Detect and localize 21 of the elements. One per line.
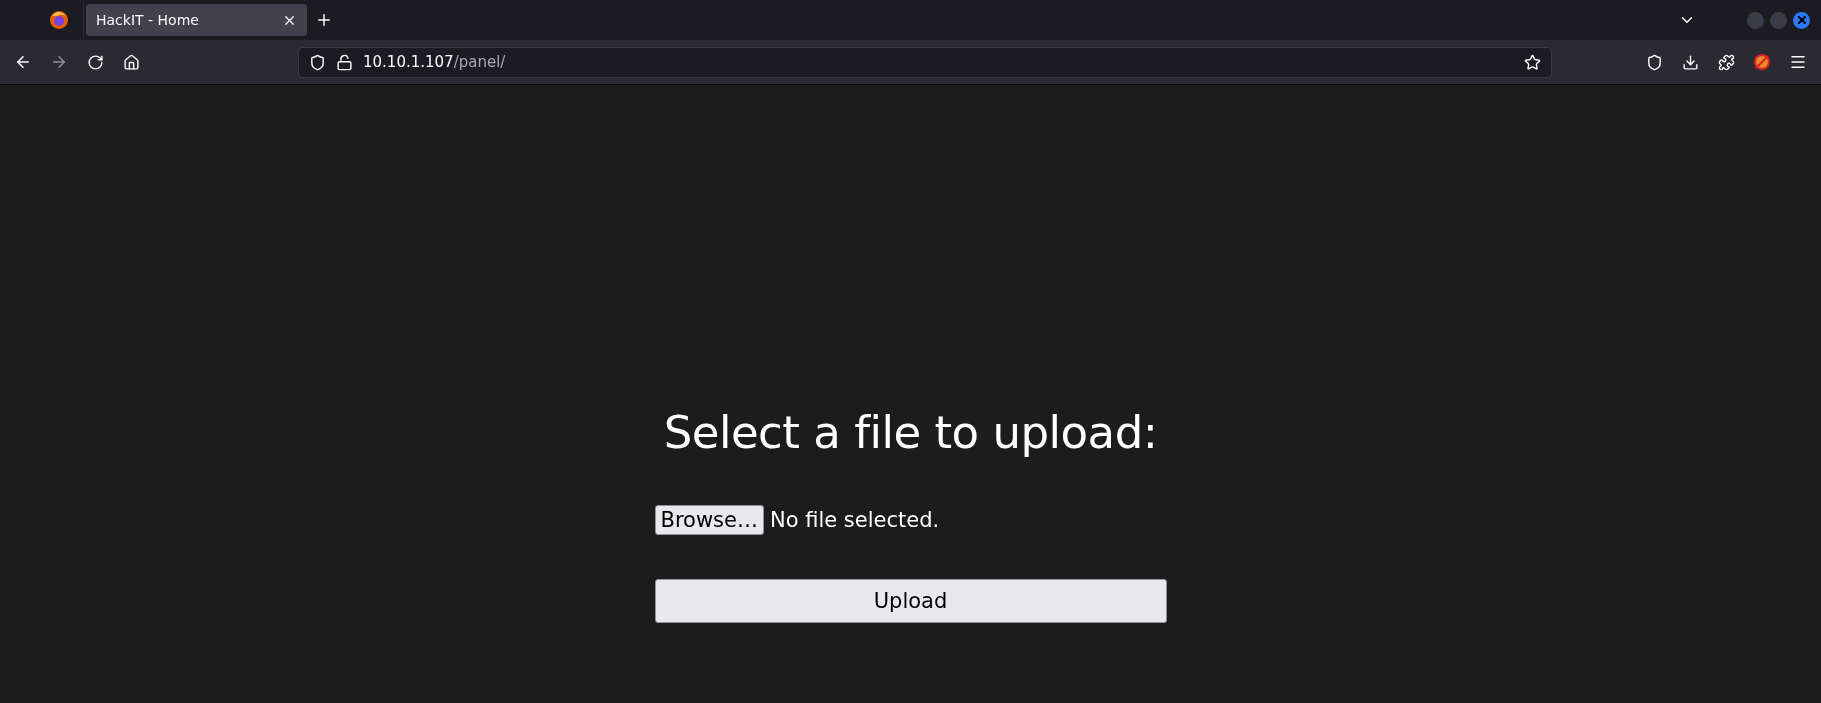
home-icon[interactable] [122, 53, 140, 71]
browser-tab[interactable]: HackIT - Home [86, 4, 307, 36]
browser-logo-icon[interactable] [49, 10, 69, 30]
url-host: 10.10.1.107 [363, 53, 454, 71]
back-icon[interactable] [14, 53, 32, 71]
new-tab-icon[interactable] [315, 11, 333, 29]
star-icon[interactable] [1524, 53, 1541, 71]
url-path: /panel/ [453, 53, 506, 71]
lock-icon[interactable] [336, 53, 353, 71]
download-icon[interactable] [1681, 53, 1699, 71]
forward-icon[interactable] [50, 53, 68, 71]
upload-heading: Select a file to upload: [663, 406, 1158, 459]
shield-icon[interactable] [309, 53, 326, 71]
browse-button[interactable]: Browse… [654, 505, 764, 535]
extension-icon[interactable] [1753, 53, 1771, 71]
file-status: No file selected. [769, 508, 940, 532]
menu-icon[interactable] [1789, 53, 1807, 71]
reload-icon[interactable] [86, 53, 104, 71]
extensions-icon[interactable] [1717, 53, 1735, 71]
address-bar[interactable]: 10.10.1.107/panel/ [298, 46, 1552, 78]
upload-button[interactable]: Upload [654, 579, 1167, 623]
